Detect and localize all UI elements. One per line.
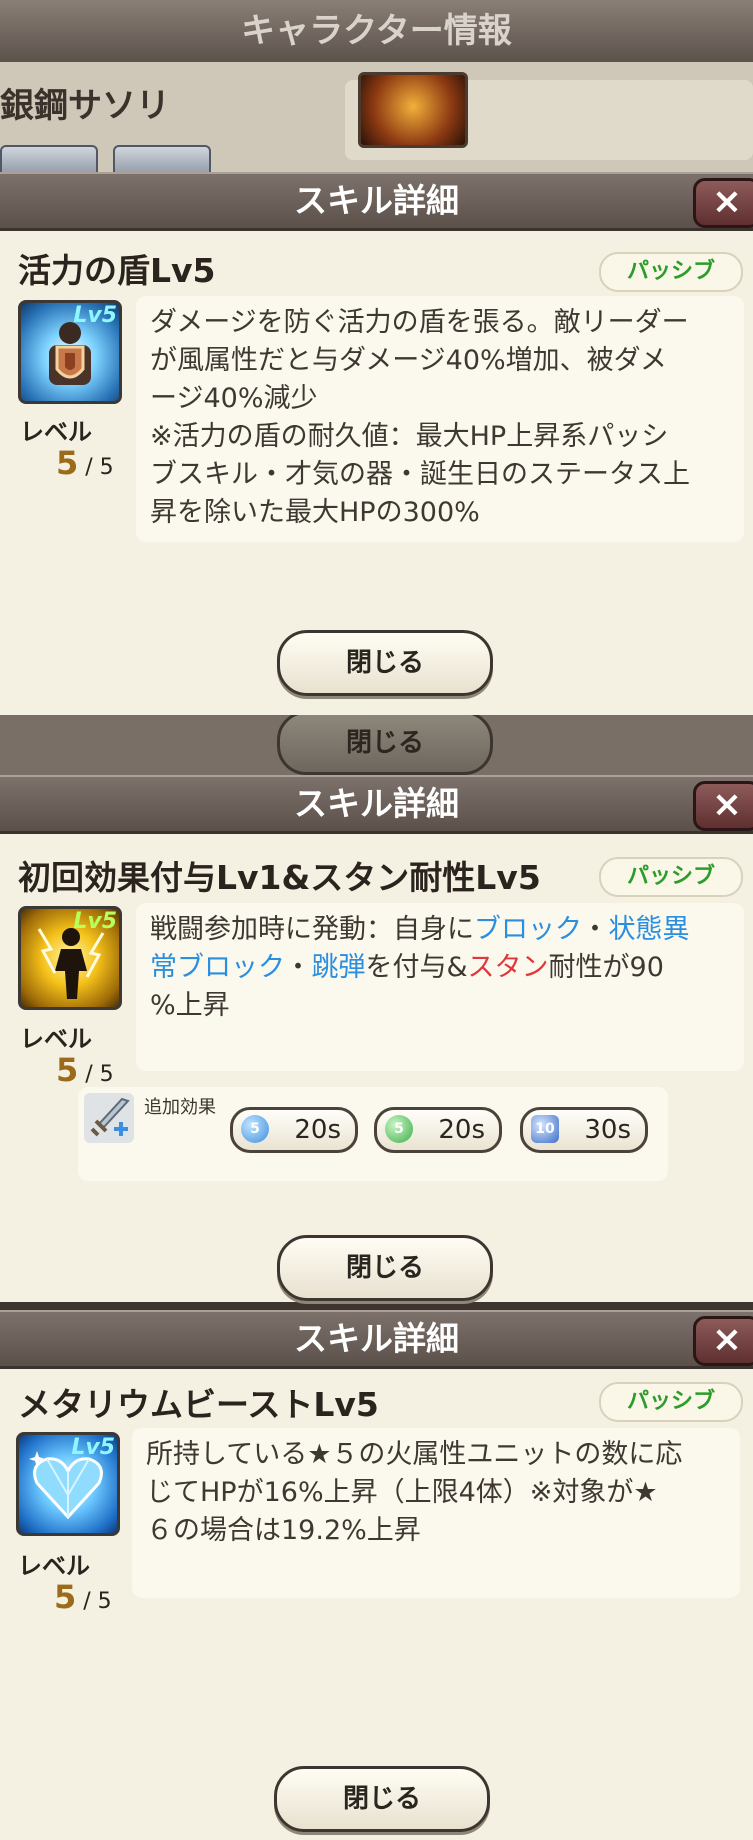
close-icon[interactable]: × [693,781,753,831]
skill-detail-dialog: スキル詳細 × メタリウムビーストLv5 パッシブ Lv5 レベル 5 / 5 … [0,1310,753,1840]
description-line: %上昇 [150,990,230,1021]
sword-plus-icon [84,1093,134,1143]
level-label: レベル [20,1025,92,1053]
description-line: 昇を除いた最大HPの300% [150,497,480,528]
shield-skill-icon: Lv5 [18,300,122,404]
character-portrait [358,72,468,148]
level-label: レベル [20,418,92,446]
description-line: じてHPが16%上昇（上限4体）※対象が★ [146,1477,658,1508]
level-label: レベル [18,1552,90,1580]
level-max: / 5 [83,1589,112,1614]
keyword-status-block: 常ブロック [150,952,285,983]
skill-level-badge: Lv5 [73,909,117,934]
description-line: が風属性だと与ダメージ40%増加、被ダメ [150,345,667,376]
effect-chip-ricochet[interactable]: 10 30s [520,1107,648,1153]
skill-level-badge: Lv5 [71,1435,115,1460]
dialog-header: スキル詳細 [0,172,753,231]
description-text: ・ [581,914,609,945]
level-current: 5 [56,444,79,482]
description-line: 所持している★５の火属性ユニットの数に応 [146,1439,683,1470]
keyword-block: ブロック [474,914,582,945]
close-icon[interactable]: × [693,178,753,228]
description-line: ブスキル・才気の器・誕生日のステータス上 [150,459,690,490]
effect-chip-block[interactable]: 5 20s [230,1107,358,1153]
crystal-heart-skill-icon: Lv5 [16,1432,120,1536]
lightning-skill-icon: Lv5 [18,906,122,1010]
keyword-status-block: 状態異 [608,914,690,945]
description-line: 戦闘参加時に発動：自身にブロック・状態異 [150,911,734,949]
close-button[interactable]: 閉じる [277,1235,493,1301]
description-line: ダメージを防ぐ活力の盾を張る。敵リーダー [150,307,689,338]
level-max: / 5 [85,455,114,480]
level-current: 5 [54,1578,77,1616]
effect-duration: 20s [438,1115,485,1145]
level-max: / 5 [85,1062,114,1087]
skill-description: 戦闘参加時に発動：自身にブロック・状態異 常ブロック・跳弾を付与&スタン耐性が9… [136,903,744,1071]
description-line: ６の場合は19.2%上昇 [146,1515,421,1546]
skill-level-badge: Lv5 [73,303,117,328]
close-icon[interactable]: × [693,1316,753,1366]
effect-duration: 20s [294,1115,341,1145]
dialog-header: スキル詳細 [0,1310,753,1369]
close-button[interactable]: 閉じる [274,1766,490,1832]
description-line: 常ブロック・跳弾を付与&スタン耐性が90 [150,949,734,987]
skill-type-badge: パッシブ [599,252,743,292]
description-text: 耐性が90 [548,952,664,983]
level-current: 5 [56,1051,79,1089]
skill-type-badge: パッシブ [599,1382,743,1422]
keyword-stun: スタン [467,952,549,983]
skill-name: 初回効果付与Lv1&スタン耐性Lv5 [18,858,541,897]
effect-chip-status-block[interactable]: 5 20s [374,1107,502,1153]
character-name: 銀鋼サソリ [0,86,170,126]
level-value: 5 / 5 [56,444,114,482]
skill-description: 所持している★５の火属性ユニットの数に応 じてHPが16%上昇（上限4体）※対象… [132,1428,740,1598]
description-line: ージ40%減少 [150,383,318,414]
level-value: 5 / 5 [54,1578,112,1616]
skill-description: ダメージを防ぐ活力の盾を張る。敵リーダー が風属性だと与ダメージ40%増加、被ダ… [136,296,744,542]
skill-detail-dialog: スキル詳細 × 初回効果付与Lv1&スタン耐性Lv5 パッシブ Lv5 レベル … [0,775,753,1302]
skill-name: 活力の盾Lv5 [18,251,216,290]
skill-type-badge: パッシブ [599,857,743,897]
skill-detail-dialog: スキル詳細 × 活力の盾Lv5 パッシブ Lv5 レベル 5 / 5 ダメージを… [0,172,753,715]
description-text: を付与& [365,952,468,983]
close-button[interactable]: 閉じる [277,630,493,696]
description-text: 戦闘参加時に発動：自身に [150,914,474,945]
character-info-title: キャラクター情報 [0,0,753,62]
level-value: 5 / 5 [56,1051,114,1089]
description-line: ※活力の盾の耐久値：最大HP上昇系パッシ [150,421,669,452]
dialog-header: スキル詳細 [0,775,753,834]
faded-close-button: 閉じる [277,711,493,775]
effect-duration: 30s [584,1115,631,1145]
status-block-orb-icon: 5 [385,1115,413,1143]
extra-effects-label: 追加効果 [144,1097,216,1118]
ricochet-icon: 10 [531,1115,559,1143]
keyword-ricochet: 跳弾 [311,952,366,983]
background-strip [0,1302,753,1310]
description-text: ・ [284,952,312,983]
extra-effects-panel: 追加効果 5 20s 5 20s 10 30s [78,1087,668,1181]
skill-name: メタリウムビーストLv5 [18,1385,379,1424]
block-orb-icon: 5 [241,1115,269,1143]
